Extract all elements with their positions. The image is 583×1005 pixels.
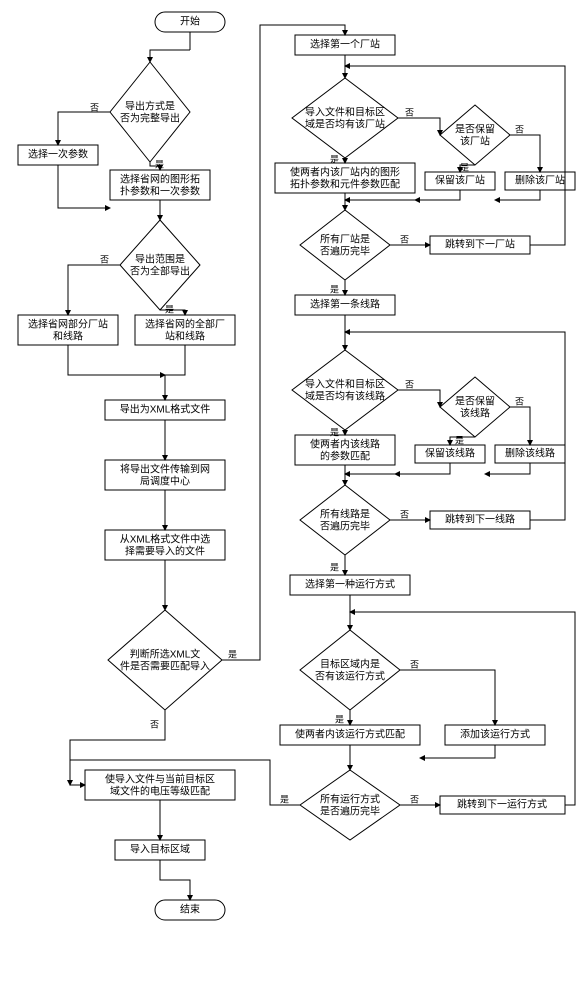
svg-text:是: 是: [165, 304, 174, 314]
svg-text:否: 否: [405, 107, 414, 117]
svg-text:导入文件和目标区: 导入文件和目标区: [305, 378, 385, 391]
svg-text:是: 是: [155, 159, 164, 169]
terminal-end-label: 结束: [180, 903, 200, 916]
svg-text:扑参数和一次参数: 扑参数和一次参数: [120, 185, 200, 198]
svg-text:否: 否: [405, 379, 414, 389]
svg-text:使导入文件与当前目标区: 使导入文件与当前目标区: [105, 773, 215, 786]
svg-text:所有厂站是: 所有厂站是: [320, 233, 370, 246]
svg-text:保留该线路: 保留该线路: [425, 447, 475, 460]
svg-text:使两者内该运行方式匹配: 使两者内该运行方式匹配: [295, 728, 405, 741]
svg-text:选择第一个厂站: 选择第一个厂站: [310, 38, 380, 51]
svg-text:判断所选XML文: 判断所选XML文: [130, 648, 201, 661]
svg-text:是: 是: [330, 284, 339, 294]
svg-text:是否遍历完毕: 是否遍历完毕: [320, 805, 380, 818]
svg-text:删除该线路: 删除该线路: [505, 447, 555, 460]
svg-text:否: 否: [410, 794, 419, 804]
svg-text:择需要导入的文件: 择需要导入的文件: [125, 545, 205, 558]
svg-text:选择第一条线路: 选择第一条线路: [310, 298, 380, 311]
svg-text:域文件的电压等级匹配: 域文件的电压等级匹配: [110, 785, 210, 798]
svg-text:否: 否: [515, 396, 524, 406]
svg-text:否: 否: [400, 509, 409, 519]
svg-text:是: 是: [455, 435, 464, 445]
svg-text:导出方式是: 导出方式是: [125, 100, 175, 113]
svg-text:否有该运行方式: 否有该运行方式: [315, 670, 385, 683]
svg-text:否遍历完毕: 否遍历完毕: [320, 245, 370, 258]
svg-text:目标区域内是: 目标区域内是: [320, 658, 380, 671]
svg-text:跳转到下一线路: 跳转到下一线路: [445, 513, 515, 526]
svg-text:域是否均有该线路: 域是否均有该线路: [305, 390, 385, 403]
svg-text:导入目标区域: 导入目标区域: [130, 843, 190, 856]
svg-text:选择省网部分厂站: 选择省网部分厂站: [28, 318, 108, 331]
svg-text:导出为XML格式文件: 导出为XML格式文件: [120, 403, 211, 416]
svg-text:否: 否: [400, 234, 409, 244]
svg-text:导入文件和目标区: 导入文件和目标区: [305, 106, 385, 119]
svg-text:所有线路是: 所有线路是: [320, 508, 370, 521]
svg-text:是: 是: [330, 427, 339, 437]
svg-text:否: 否: [515, 124, 524, 134]
svg-text:否: 否: [410, 659, 419, 669]
svg-text:是: 是: [228, 649, 237, 659]
svg-text:否为全部导出: 否为全部导出: [130, 265, 190, 278]
svg-text:该厂站: 该厂站: [460, 135, 490, 148]
svg-text:选择省网的图形拓: 选择省网的图形拓: [120, 173, 200, 186]
svg-text:该线路: 该线路: [460, 407, 490, 420]
svg-text:是: 是: [330, 154, 339, 164]
svg-text:是: 是: [330, 562, 339, 572]
svg-text:选择一次参数: 选择一次参数: [28, 148, 88, 161]
svg-text:否: 否: [150, 719, 159, 729]
svg-text:件是否需要匹配导入: 件是否需要匹配导入: [120, 661, 210, 673]
svg-text:保留该厂站: 保留该厂站: [435, 174, 485, 187]
svg-text:是: 是: [460, 162, 469, 172]
svg-text:是否保留: 是否保留: [455, 123, 495, 136]
svg-text:选择第一种运行方式: 选择第一种运行方式: [305, 578, 395, 591]
svg-text:使两者内该线路: 使两者内该线路: [310, 438, 380, 451]
svg-text:站和线路: 站和线路: [165, 330, 205, 343]
svg-text:是否保留: 是否保留: [455, 395, 495, 408]
svg-text:是: 是: [335, 714, 344, 724]
svg-text:从XML格式文件中选: 从XML格式文件中选: [120, 533, 211, 546]
svg-text:添加该运行方式: 添加该运行方式: [460, 728, 530, 741]
svg-text:否: 否: [100, 254, 109, 264]
svg-text:否为完整导出: 否为完整导出: [120, 112, 180, 125]
svg-text:和线路: 和线路: [53, 330, 83, 343]
svg-text:删除该厂站: 删除该厂站: [515, 174, 565, 187]
svg-text:选择省网的全部厂: 选择省网的全部厂: [145, 318, 225, 331]
svg-text:拓扑参数和元件参数匹配: 拓扑参数和元件参数匹配: [290, 178, 400, 191]
svg-text:所有运行方式: 所有运行方式: [320, 793, 380, 806]
svg-text:域是否均有该厂站: 域是否均有该厂站: [305, 118, 385, 131]
svg-text:的参数匹配: 的参数匹配: [320, 450, 370, 463]
svg-text:导出范围是: 导出范围是: [135, 253, 185, 266]
svg-text:跳转到下一运行方式: 跳转到下一运行方式: [457, 798, 547, 811]
terminal-start-label: 开始: [180, 15, 200, 28]
flowchart: 开始 导出方式是 否为完整导出 选择一次参数 选择省网的图形拓 扑参数和一次参数…: [0, 0, 583, 1000]
svg-text:否遍历完毕: 否遍历完毕: [320, 520, 370, 533]
svg-text:局调度中心: 局调度中心: [140, 475, 190, 488]
svg-text:否: 否: [90, 102, 99, 112]
svg-text:将导出文件传输到网: 将导出文件传输到网: [120, 463, 210, 476]
svg-text:是: 是: [280, 794, 289, 804]
svg-text:使两者内该厂站内的图形: 使两者内该厂站内的图形: [290, 166, 400, 179]
svg-text:跳转到下一厂站: 跳转到下一厂站: [445, 238, 515, 251]
